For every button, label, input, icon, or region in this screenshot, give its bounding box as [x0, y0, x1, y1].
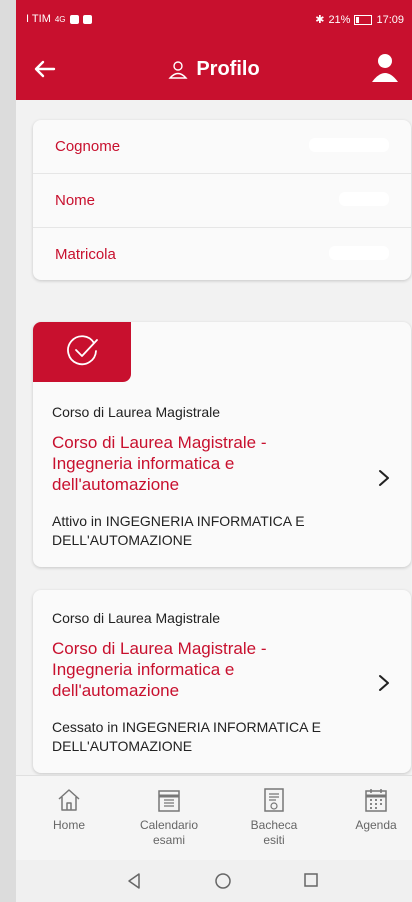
phone-screen: I TIM 4G ✱ 21% 17:09 Profilo Cognome Nom…: [16, 0, 412, 902]
chevron-right-icon[interactable]: [377, 469, 391, 487]
status-right: ✱ 21% 17:09: [315, 13, 404, 27]
page-title: Profilo: [196, 58, 260, 80]
course-name: Corso di Laurea Magistrale - Ingegneria …: [52, 639, 267, 700]
personal-info-card: Cognome Nome Matricola: [33, 120, 411, 280]
name-value-redacted: [339, 192, 389, 206]
course-name: Corso di Laurea Magistrale - Ingegneria …: [52, 433, 267, 494]
student-id-row: Matricola: [33, 228, 411, 281]
title-group: Profilo: [16, 58, 412, 81]
status-left: I TIM 4G: [26, 13, 92, 25]
course-status: Attivo in INGEGNERIA INFORMATICA E DELL'…: [52, 513, 305, 548]
bottom-navigation: Home Calendario esami Bacheca esiti Agen…: [16, 775, 412, 861]
battery-percent: 21%: [328, 13, 351, 26]
check-circle-icon: [67, 335, 98, 366]
course-type: Corso di Laurea Magistrale: [52, 610, 221, 626]
home-icon: [58, 789, 80, 811]
nav-item-results-board[interactable]: Bacheca esiti: [229, 776, 319, 848]
notification-icon: [69, 14, 79, 24]
nav-label: Agenda: [355, 818, 397, 832]
clock: 17:09: [376, 13, 404, 26]
chevron-right-icon[interactable]: [377, 674, 391, 692]
student-id-value-redacted: [329, 246, 389, 260]
battery-icon: [354, 14, 373, 25]
name-row: Nome: [33, 174, 411, 227]
student-id-label: Matricola: [55, 246, 116, 263]
back-triangle-icon[interactable]: [126, 872, 142, 890]
name-label: Nome: [55, 192, 96, 209]
message-icon: [82, 14, 92, 24]
surname-label: Cognome: [55, 138, 121, 155]
calendar-list-icon: [158, 790, 180, 812]
surname-row: Cognome: [33, 120, 411, 173]
nav-item-home[interactable]: Home: [24, 776, 114, 833]
carrier-label: I TIM: [26, 13, 51, 25]
nav-label: Home: [52, 818, 85, 832]
nav-item-exam-calendar[interactable]: Calendario esami: [124, 776, 214, 848]
course-status: Cessato in INGEGNERIA INFORMATICA E DELL…: [52, 719, 321, 754]
results-board-icon: [264, 788, 284, 812]
user-outline-icon: [168, 60, 188, 79]
surname-value-redacted: [309, 138, 389, 152]
recent-apps-icon[interactable]: [303, 872, 319, 888]
nav-label: Bacheca esiti: [250, 818, 298, 847]
bluetooth-icon: ✱: [315, 14, 325, 26]
career-card-ceased[interactable]: Corso di Laurea Magistrale Corso di Laur…: [33, 590, 411, 773]
home-circle-icon[interactable]: [214, 872, 232, 890]
app-bar: Profilo: [16, 38, 412, 100]
career-card-active[interactable]: Corso di Laurea Magistrale Corso di Laur…: [33, 322, 411, 567]
active-badge: [33, 322, 131, 382]
system-navigation-bar: [16, 860, 412, 902]
nav-item-agenda[interactable]: Agenda: [331, 776, 412, 833]
user-profile-icon[interactable]: [370, 52, 400, 84]
status-bar: I TIM 4G ✱ 21% 17:09: [16, 0, 412, 38]
agenda-icon: [365, 789, 387, 812]
signal-label: 4G: [54, 14, 66, 24]
nav-label: Calendario esami: [139, 818, 199, 847]
course-type: Corso di Laurea Magistrale: [52, 404, 221, 420]
